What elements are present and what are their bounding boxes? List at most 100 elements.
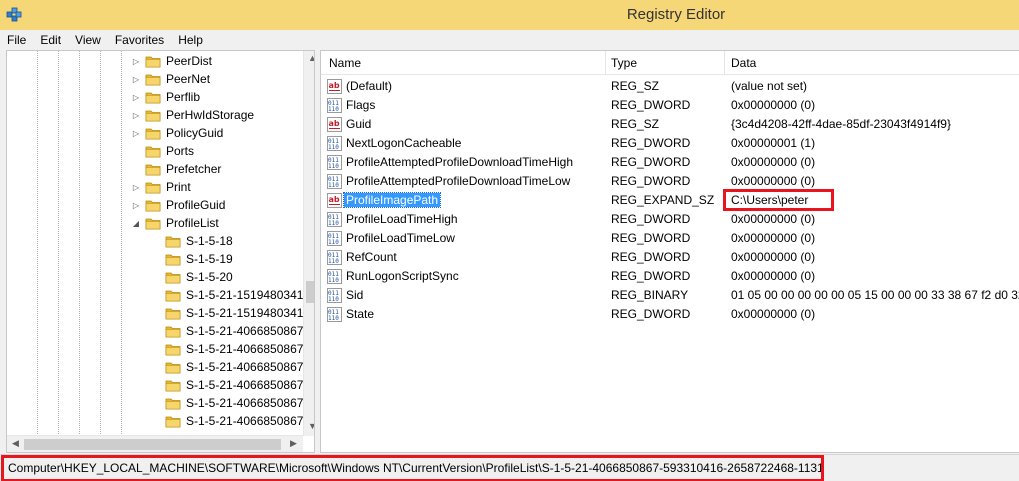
value-name[interactable]: Flags <box>344 98 377 112</box>
tree-item[interactable]: S-1-5-21-4066850867- <box>151 340 307 358</box>
table-row[interactable]: 011 110 RefCount REG_DWORD 0x00000000 (0) <box>321 248 1019 267</box>
binary-value-icon: 011110 <box>327 250 342 265</box>
binary-value-icon: 011110 <box>327 98 342 113</box>
tree-item[interactable]: S-1-5-19 <box>151 250 233 268</box>
value-name[interactable]: ProfileLoadTimeLow <box>344 231 457 245</box>
tree-item[interactable]: ▷ Print <box>131 178 191 196</box>
menu-edit[interactable]: Edit <box>40 33 61 47</box>
table-row[interactable]: 011 110 State REG_DWORD 0x00000000 (0) <box>321 305 1019 324</box>
tree-item[interactable]: ▷ ProfileGuid <box>131 196 225 214</box>
value-type: REG_SZ <box>611 79 660 93</box>
expand-arrow-icon[interactable]: ▷ <box>131 57 141 66</box>
tree-item[interactable]: S-1-5-21-4066850867- <box>151 376 307 394</box>
table-row[interactable]: 011 110 Flags REG_DWORD 0x00000000 (0) <box>321 96 1019 115</box>
tree-item[interactable]: S-1-5-21-4066850867- <box>151 394 307 412</box>
tree-item[interactable]: S-1-5-21-4066850867- <box>151 358 307 376</box>
table-row[interactable]: 011 110 NextLogonCacheable REG_DWORD 0x00000… <box>321 134 1019 153</box>
tree-item[interactable]: ▷ PolicyGuid <box>131 124 223 142</box>
value-name[interactable]: ProfileLoadTimeHigh <box>344 212 460 226</box>
value-name[interactable]: State <box>344 307 376 321</box>
svg-text:110: 110 <box>328 163 339 170</box>
value-list-pane[interactable]: Name Type Data ab (Default) REG_SZ (value n… <box>320 50 1019 453</box>
value-name[interactable]: RunLogonScriptSync <box>344 269 461 283</box>
tree-item[interactable]: S-1-5-21-1519480341- <box>151 304 307 322</box>
value-name[interactable]: Guid <box>344 117 373 131</box>
value-type: REG_DWORD <box>611 212 691 226</box>
expand-arrow-icon[interactable]: ▷ <box>131 129 141 138</box>
table-row[interactable]: ab (Default) REG_SZ (value not set) <box>321 77 1019 96</box>
column-divider[interactable] <box>724 51 725 75</box>
folder-icon <box>165 290 181 301</box>
column-header-type[interactable]: Type <box>611 56 637 70</box>
list-header: Name Type Data <box>321 51 1019 75</box>
value-name[interactable]: ProfileImagePath <box>342 192 442 208</box>
scroll-down-icon[interactable]: ▼ <box>304 421 314 431</box>
key-tree-pane[interactable]: ▷ PeerDist ▷ PeerNet ▷ Perflib ▷ PerHwIdStorage… <box>6 50 315 453</box>
binary-value-icon: 011110 <box>327 269 342 284</box>
collapse-arrow-icon[interactable]: ◢ <box>131 219 141 228</box>
value-name[interactable]: (Default) <box>344 79 394 93</box>
table-row[interactable]: 011 110 Sid REG_BINARY 01 05 00 00 00 00 00 … <box>321 286 1019 305</box>
scroll-left-icon[interactable]: ◀ <box>7 438 24 449</box>
tree-item[interactable]: Prefetcher <box>131 160 221 178</box>
tree-vertical-scroll-thumb[interactable] <box>306 281 314 303</box>
value-name[interactable]: ProfileAttemptedProfileDownloadTimeLow <box>344 174 572 188</box>
expand-arrow-icon[interactable]: ▷ <box>131 183 141 192</box>
column-header-name[interactable]: Name <box>329 56 361 70</box>
scroll-up-icon[interactable]: ▲ <box>304 53 314 63</box>
column-header-data[interactable]: Data <box>731 56 756 70</box>
tree-item-label: Prefetcher <box>166 162 222 176</box>
table-row[interactable]: 011 110 RunLogonScriptSync REG_DWORD 0x00000… <box>321 267 1019 286</box>
value-type: REG_EXPAND_SZ <box>611 193 715 207</box>
value-name[interactable]: Sid <box>344 288 365 302</box>
tree-item[interactable]: ▷ PerHwIdStorage <box>131 106 254 124</box>
tree-item-label: S-1-5-21-4066850867- <box>186 378 308 392</box>
column-divider[interactable] <box>605 51 606 75</box>
menu-favorites[interactable]: Favorites <box>115 33 164 47</box>
tree-item[interactable]: ▷ Perflib <box>131 88 200 106</box>
value-name[interactable]: NextLogonCacheable <box>344 136 463 150</box>
expand-arrow-icon[interactable]: ▷ <box>131 75 141 84</box>
tree-item[interactable]: Ports <box>131 142 194 160</box>
value-data: 0x00000000 (0) <box>731 269 816 283</box>
highlight-box-status-path <box>1 455 824 481</box>
tree-item[interactable]: S-1-5-21-4066850867- <box>151 322 307 340</box>
table-row[interactable]: 011 110 ProfileAttemptedProfileDownloadTim… <box>321 153 1019 172</box>
value-data: 0x00000000 (0) <box>731 250 816 264</box>
value-type: REG_BINARY <box>611 288 689 302</box>
svg-text:110: 110 <box>328 106 339 113</box>
value-name[interactable]: RefCount <box>344 250 399 264</box>
tree-item[interactable]: ▷ PeerDist <box>131 52 212 70</box>
tree-item[interactable]: S-1-5-21-1519480341- <box>151 286 307 304</box>
menu-help[interactable]: Help <box>178 33 203 47</box>
title-bar[interactable]: Registry Editor <box>0 0 1019 30</box>
svg-text:110: 110 <box>328 277 339 284</box>
tree-item[interactable]: ▷ PeerNet <box>131 70 210 88</box>
expand-arrow-icon[interactable]: ▷ <box>131 201 141 210</box>
tree-item-label: PolicyGuid <box>166 126 224 140</box>
svg-text:110: 110 <box>328 315 339 322</box>
tree-item[interactable]: ◢ ProfileList <box>131 214 219 232</box>
table-row[interactable]: 011 110 ProfileLoadTimeLow REG_DWORD 0x00000… <box>321 229 1019 248</box>
folder-icon <box>165 362 181 373</box>
table-row[interactable]: 011 110 ProfileLoadTimeHigh REG_DWORD 0x0000… <box>321 210 1019 229</box>
expand-arrow-icon[interactable]: ▷ <box>131 93 141 102</box>
tree-item[interactable]: S-1-5-21-4066850867- <box>151 412 307 430</box>
scroll-right-icon[interactable]: ▶ <box>285 438 302 449</box>
tree-item[interactable]: S-1-5-20 <box>151 268 233 286</box>
tree-horizontal-scrollbar[interactable]: ◀ ▶ <box>7 435 303 452</box>
folder-icon <box>165 398 181 409</box>
svg-text:110: 110 <box>328 239 339 246</box>
menu-view[interactable]: View <box>75 33 101 47</box>
expand-arrow-icon[interactable]: ▷ <box>131 111 141 120</box>
tree-vertical-scrollbar[interactable]: ▲ ▼ <box>303 51 314 436</box>
table-row[interactable]: ab ProfileImagePath REG_EXPAND_SZ C:\Users\… <box>321 191 1019 210</box>
status-bar: Computer\HKEY_LOCAL_MACHINE\SOFTWARE\Mic… <box>0 454 1019 481</box>
tree-item-label: S-1-5-21-4066850867- <box>186 396 308 410</box>
tree-item[interactable]: S-1-5-18 <box>151 232 233 250</box>
table-row[interactable]: 011 110 ProfileAttemptedProfileDownloadTim… <box>321 172 1019 191</box>
table-row[interactable]: ab Guid REG_SZ {3c4d4208-42ff-4dae-85df-230… <box>321 115 1019 134</box>
tree-horizontal-scroll-thumb[interactable] <box>24 439 281 450</box>
value-name[interactable]: ProfileAttemptedProfileDownloadTimeHigh <box>344 155 575 169</box>
menu-file[interactable]: File <box>7 33 26 47</box>
